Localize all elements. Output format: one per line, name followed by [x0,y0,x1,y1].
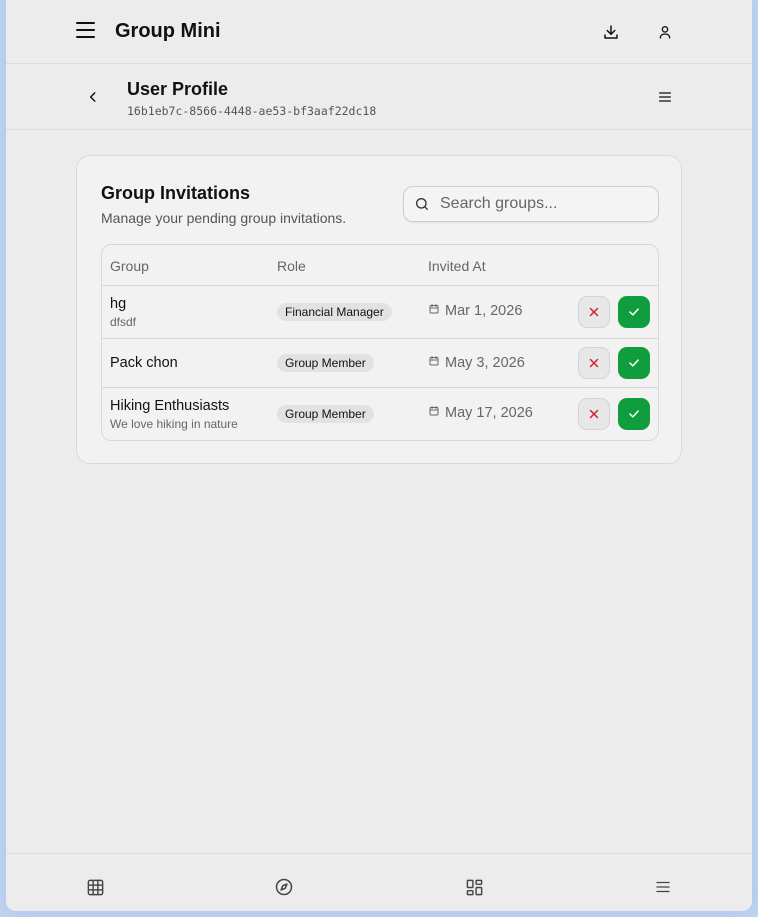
compass-icon[interactable] [273,876,295,898]
role-badge: Group Member [277,405,374,423]
group-name: Hiking Enthusiasts [110,398,230,414]
chevron-left-icon[interactable] [81,85,105,109]
close-icon [589,358,599,368]
role-badge: Group Member [277,354,374,372]
search-icon [414,196,430,217]
accept-button[interactable] [618,296,650,328]
check-icon [629,308,639,316]
invited-date-text: May 3, 2026 [445,355,525,371]
table-header: Group Role Invited At [102,245,658,286]
table-row: hg dfsdf Financial Manager Mar 1, 2026 [102,286,658,339]
close-icon [589,409,599,419]
user-icon[interactable] [653,20,677,44]
invited-date-text: Mar 1, 2026 [445,303,523,319]
search-box [403,186,659,222]
invited-date: May 17, 2026 [428,405,533,421]
user-id: 16b1eb7c-8566-4448-ae53-bf3aaf22dc18 [127,104,377,118]
reject-button[interactable] [578,296,610,328]
table-row: Hiking Enthusiasts We love hiking in nat… [102,388,658,440]
group-name: Pack chon [110,355,178,371]
grid-icon[interactable] [84,876,106,898]
menu-icon[interactable] [652,876,674,898]
card-title: Group Invitations [101,183,251,203]
card-description: Manage your pending group invitations. [101,210,347,226]
table-row: Pack chon Group Member May 3, 2026 [102,339,658,388]
check-icon [629,410,639,418]
download-icon[interactable] [599,20,623,44]
app-title: Group Mini [115,20,221,42]
group-description: We love hiking in nature [110,417,238,431]
page-title: User Profile [127,79,229,99]
column-header-invited-at: Invited At [428,258,486,274]
hamburger-icon[interactable] [76,22,98,42]
invitations-table: Group Role Invited At hg dfsdf Financial… [101,244,659,441]
invited-date: Mar 1, 2026 [428,303,522,319]
reject-button[interactable] [578,347,610,379]
reject-button[interactable] [578,398,610,430]
calendar-icon [428,355,440,371]
top-bar: Group Mini [6,0,752,64]
search-input[interactable] [440,193,650,215]
list-icon[interactable] [653,85,677,109]
bottom-nav [6,853,752,911]
group-description: dfsdf [110,315,137,329]
accept-button[interactable] [618,398,650,430]
invited-date: May 3, 2026 [428,355,525,371]
invitations-card: Group Invitations Manage your pending gr… [76,155,682,464]
group-name: hg [110,296,127,312]
sub-header: User Profile 16b1eb7c-8566-4448-ae53-bf3… [6,65,752,130]
column-header-role: Role [277,258,306,274]
app-window: Group Mini User Profile 16b1eb7c-8566-44… [6,0,752,911]
column-header-group: Group [110,258,149,274]
dashboard-icon[interactable] [463,876,485,898]
close-icon [589,307,599,317]
role-badge: Financial Manager [277,303,392,321]
check-icon [629,359,639,367]
invited-date-text: May 17, 2026 [445,405,533,421]
calendar-icon [428,303,440,319]
accept-button[interactable] [618,347,650,379]
calendar-icon [428,405,440,421]
